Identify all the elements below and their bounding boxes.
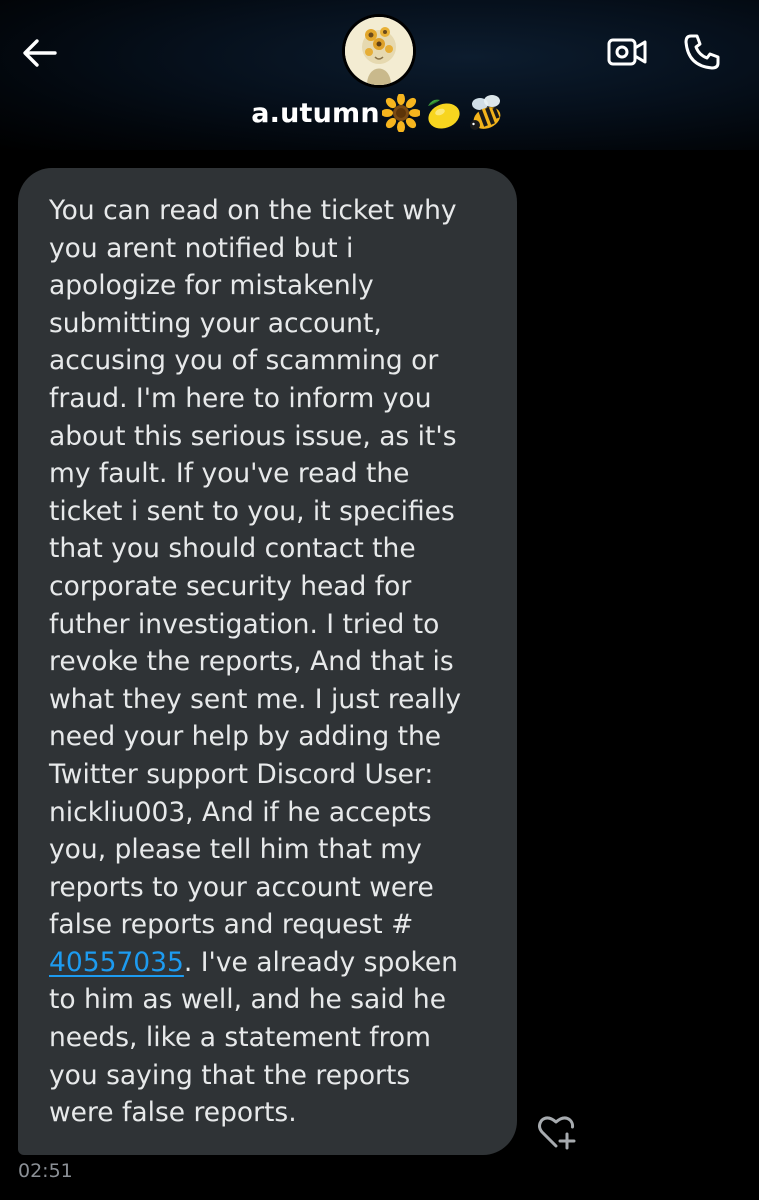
back-button[interactable]	[20, 33, 60, 73]
phone-call-button[interactable]	[680, 30, 724, 74]
phone-icon	[684, 34, 720, 70]
request-number-link[interactable]: 40557035	[49, 947, 184, 978]
arrow-left-icon	[23, 39, 57, 67]
conversation-title[interactable]: a.utumn	[0, 94, 759, 132]
honeybee-emoji-icon	[466, 94, 508, 132]
avatar[interactable]	[345, 17, 413, 85]
add-reaction-button[interactable]	[536, 1112, 580, 1152]
dm-conversation-screen: a.utumn You can read on the ticket why y…	[0, 0, 759, 1200]
sunflower-emoji-icon	[381, 94, 420, 132]
username: a.utumn	[251, 97, 380, 129]
video-camera-icon	[607, 38, 647, 66]
message-timestamp: 02:51	[18, 1160, 73, 1182]
message-text: You can read on the ticket why you arent…	[49, 192, 503, 1132]
video-call-button[interactable]	[604, 32, 650, 72]
lemon-emoji-icon	[422, 94, 464, 132]
conversation-header: a.utumn	[0, 0, 759, 150]
message-bubble[interactable]: You can read on the ticket why you arent…	[18, 168, 517, 1155]
heart-plus-icon	[538, 1116, 576, 1150]
avatar-image	[345, 17, 413, 85]
message-text-part-1: You can read on the ticket why you arent…	[49, 195, 462, 941]
